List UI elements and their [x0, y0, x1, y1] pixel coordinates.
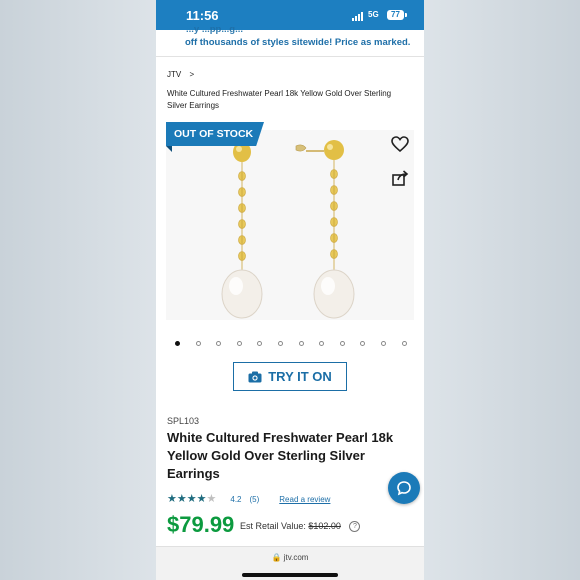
try-it-on-label: TRY IT ON — [268, 369, 332, 384]
rating-value: 4.2 — [230, 494, 242, 504]
pagination-dot[interactable] — [236, 341, 242, 346]
browser-url-bar[interactable]: 🔒 jtv.com — [156, 546, 424, 580]
star-icon: ★ — [176, 492, 187, 505]
product-gallery[interactable]: OUT OF STOCK — [166, 122, 414, 320]
url-display[interactable]: 🔒 jtv.com — [156, 553, 424, 562]
product-price: $79.99 — [167, 512, 235, 537]
divider — [156, 56, 424, 57]
badge-fold — [166, 146, 172, 152]
est-retail-label: Est Retail Value: — [240, 521, 306, 531]
breadcrumb: JTV > — [167, 70, 194, 79]
sku-code: SPL103 — [167, 416, 200, 426]
star-icon: ★ — [206, 492, 217, 505]
try-it-on-button[interactable]: TRY IT ON — [233, 362, 347, 391]
pagination-dot[interactable] — [195, 341, 201, 346]
phone-screen: 11:56 5G 77 ...y ...pp...g... off thousa… — [156, 0, 424, 580]
chat-icon — [397, 481, 411, 496]
url-text: jtv.com — [283, 553, 309, 562]
star-icon: ★ — [196, 492, 207, 505]
chat-button[interactable] — [388, 472, 420, 504]
pagination-dot[interactable] — [216, 341, 222, 346]
breadcrumb-separator: > — [189, 70, 195, 79]
signal-icon — [352, 12, 366, 21]
rating-count[interactable]: (5) — [250, 495, 260, 504]
heart-icon[interactable] — [390, 134, 410, 154]
breadcrumb-root-link[interactable]: JTV — [167, 70, 181, 79]
out-of-stock-badge: OUT OF STOCK — [166, 122, 264, 146]
star-icon: ★ — [167, 492, 177, 505]
star-icon: ★ — [186, 492, 197, 505]
pagination-dot[interactable] — [257, 341, 263, 346]
pagination-dot[interactable] — [381, 341, 386, 346]
camera-icon — [248, 371, 262, 382]
breadcrumb-current: White Cultured Freshwater Pearl 18k Yell… — [167, 89, 392, 110]
pagination-dot[interactable] — [401, 341, 407, 346]
est-retail-value: Est Retail Value: $102.00 ? — [240, 521, 361, 533]
product-title: White Cultured Freshwater Pearl 18k Yell… — [167, 430, 394, 481]
pagination-dot[interactable] — [278, 341, 283, 346]
read-review-link[interactable]: Read a review — [279, 495, 330, 504]
est-retail-amount: $102.00 — [308, 521, 341, 531]
product-image[interactable] — [166, 130, 414, 320]
promo-cut-text: ...y ...pp...g... — [186, 24, 244, 35]
rating-stars: ★ ★ ★ ★ ★ — [167, 492, 217, 505]
home-indicator[interactable] — [242, 573, 338, 577]
gallery-pagination — [156, 338, 424, 350]
battery-icon: 77 — [387, 10, 407, 20]
pagination-dot[interactable] — [319, 341, 325, 346]
share-icon[interactable] — [390, 168, 410, 188]
pagination-dot[interactable] — [339, 341, 345, 346]
pagination-dot[interactable] — [175, 341, 180, 346]
network-label: 5G — [368, 10, 379, 19]
status-time: 11:56 — [186, 8, 219, 23]
pagination-dot[interactable] — [360, 341, 366, 346]
lock-icon: 🔒 — [271, 553, 282, 562]
pagination-dot[interactable] — [298, 341, 304, 346]
promo-text: off thousands of styles sitewide! Price … — [185, 37, 411, 48]
rating-row: ★ ★ ★ ★ ★ 4.2 (5) Read a review — [167, 493, 330, 505]
promo-banner[interactable]: ...y ...pp...g... off thousands of style… — [156, 24, 424, 56]
help-icon[interactable]: ? — [349, 521, 361, 533]
